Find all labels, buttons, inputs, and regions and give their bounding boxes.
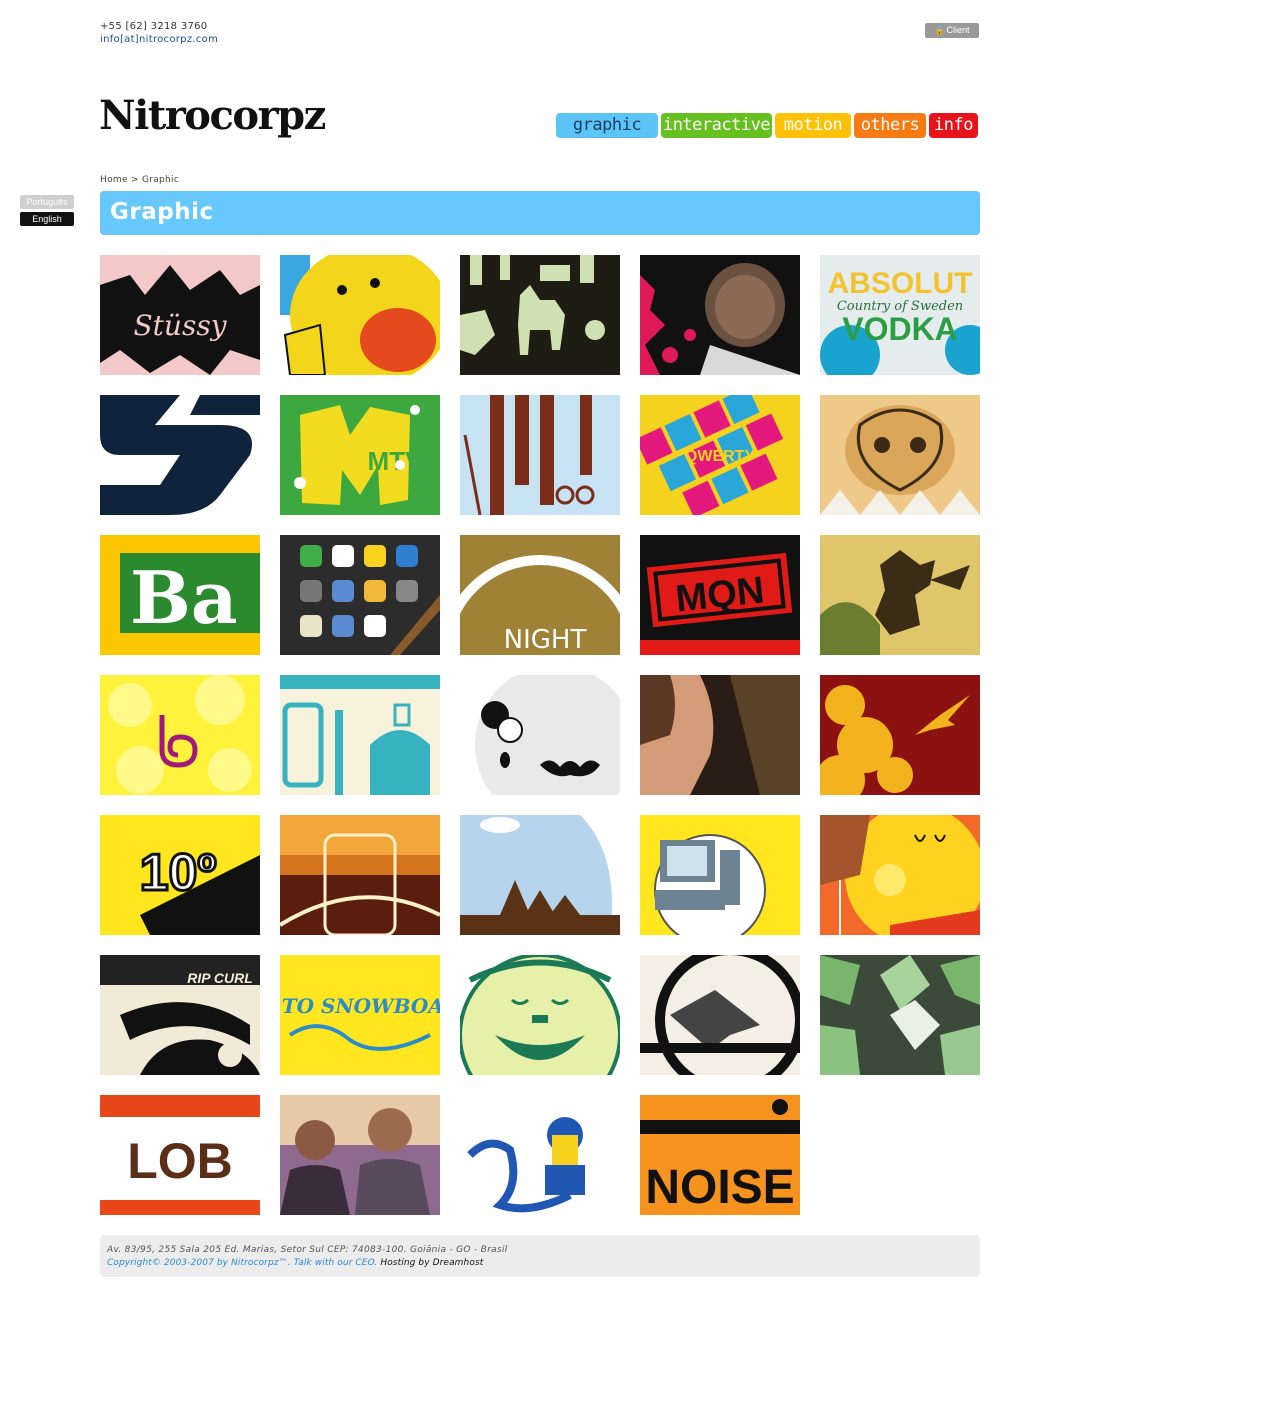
footer-copyright: Copyright© 2003-2007 by Nitrocorpz™. Tal…	[107, 1258, 483, 1268]
portfolio-thumb-rip-curl[interactable]: RIP CURL	[100, 955, 260, 1075]
footer-address: Av. 83/95, 255 Sala 205 Ed. Marias, Seto…	[107, 1245, 508, 1255]
portfolio-thumb-absolut[interactable]: ABSOLUT Country of Sweden VODKA	[820, 255, 980, 375]
portfolio-thumb-round-face[interactable]	[460, 955, 620, 1075]
thumb-text-ba: Ba	[130, 555, 238, 640]
phone-number: +55 [62] 3218 3760	[100, 21, 208, 32]
site-logo[interactable]: Nitrocorpz	[99, 92, 326, 139]
portfolio-thumb-keyboard[interactable]: QWERTY	[640, 395, 800, 515]
thumb-text-mtv: MTV	[368, 446, 424, 476]
portfolio-thumb-crying-face[interactable]	[460, 675, 620, 795]
page-title: Graphic	[110, 199, 214, 225]
thumb-text-snowboard: UP TO SNOWBOARD	[280, 994, 440, 1018]
thumb-text-night: NIGHT	[504, 625, 587, 655]
portfolio-thumb-eagle[interactable]	[640, 955, 800, 1075]
nav-info[interactable]: info	[929, 113, 978, 138]
contact-info: +55 [62] 3218 3760 info[at]nitrocorpz.co…	[100, 20, 218, 46]
portfolio-thumb-iphone-icons[interactable]	[280, 535, 440, 655]
thumb-text-stussy: Stüssy	[133, 309, 227, 342]
portfolio-thumb-noise[interactable]: NOISE	[640, 1095, 800, 1215]
portfolio-thumb-deer[interactable]	[460, 255, 620, 375]
portfolio-thumb-ba[interactable]: Ba	[100, 535, 260, 655]
thumb-text-vodka: VODKA	[842, 311, 958, 347]
thumb-text-lob: LOB	[127, 1133, 233, 1189]
footer: Av. 83/95, 255 Sala 205 Ed. Marias, Seto…	[100, 1235, 980, 1277]
portfolio-thumb-mtv[interactable]: MTV	[280, 395, 440, 515]
thumb-text-ripcurl: RIP CURL	[187, 970, 253, 986]
breadcrumb: Home > Graphic	[100, 175, 180, 185]
nav-interactive[interactable]: interactive	[661, 113, 772, 138]
portfolio-thumb-computer[interactable]	[640, 815, 800, 935]
portfolio-thumb-flamingo-rider[interactable]	[460, 1095, 620, 1215]
nav-graphic[interactable]: graphic	[556, 113, 658, 138]
portfolio-thumb-mqn[interactable]: MQN	[640, 535, 800, 655]
portfolio-thumb-mountains[interactable]	[460, 815, 620, 935]
footer-copyright-link[interactable]: Copyright© 2003-2007 by Nitrocorpz™. Tal…	[107, 1258, 377, 1268]
portfolio-thumb-night[interactable]: NIGHT	[460, 535, 620, 655]
thumb-text-qwerty: QWERTY	[685, 448, 756, 465]
portfolio-thumb-lobo-type[interactable]: LOB	[100, 1095, 260, 1215]
lang-english-button[interactable]: English	[20, 212, 74, 226]
portfolio-thumb-stussy[interactable]: Stüssy	[100, 255, 260, 375]
portfolio-thumb-woman-portrait[interactable]	[640, 675, 800, 795]
portfolio-thumb-leaves[interactable]	[820, 955, 980, 1075]
footer-hosting[interactable]: Hosting by Dreamhost	[380, 1258, 483, 1268]
thumb-text-noise: NOISE	[645, 1161, 794, 1214]
portfolio-thumb-10-degrees[interactable]: 10º	[100, 815, 260, 935]
nav-motion[interactable]: motion	[775, 113, 851, 138]
thumb-text-absolut: ABSOLUT	[828, 267, 973, 300]
portfolio-thumb-bird-red[interactable]	[820, 675, 980, 795]
portfolio-thumb-band-photo[interactable]	[280, 1095, 440, 1215]
portfolio-thumb-devices[interactable]	[280, 675, 440, 795]
portfolio-thumb-spiral[interactable]	[100, 675, 260, 795]
portfolio-thumb-bbking[interactable]	[640, 255, 800, 375]
portfolio-thumb-dragon[interactable]	[820, 535, 980, 655]
lang-portuguese-button[interactable]: Português	[20, 195, 74, 209]
client-label: Client	[946, 25, 970, 35]
portfolio-thumb-navy-logo[interactable]	[100, 395, 260, 515]
portfolio-thumb-tools[interactable]	[460, 395, 620, 515]
lock-icon: 🔒	[934, 26, 945, 35]
portfolio-thumb-motorola[interactable]	[280, 815, 440, 935]
page-title-bar: Graphic	[100, 191, 980, 235]
portfolio-thumb-sleepy-face[interactable]	[820, 815, 980, 935]
client-login-button[interactable]: 🔒 Client	[925, 23, 979, 38]
nav-others[interactable]: others	[854, 113, 926, 138]
thumb-text-10: 10º	[140, 844, 217, 902]
email-link[interactable]: info[at]nitrocorpz.com	[100, 33, 218, 46]
portfolio-thumb-ornate-faces[interactable]	[820, 395, 980, 515]
portfolio-thumb-duck[interactable]	[280, 255, 440, 375]
portfolio-thumb-snowboard[interactable]: UP TO SNOWBOARD	[280, 955, 440, 1075]
